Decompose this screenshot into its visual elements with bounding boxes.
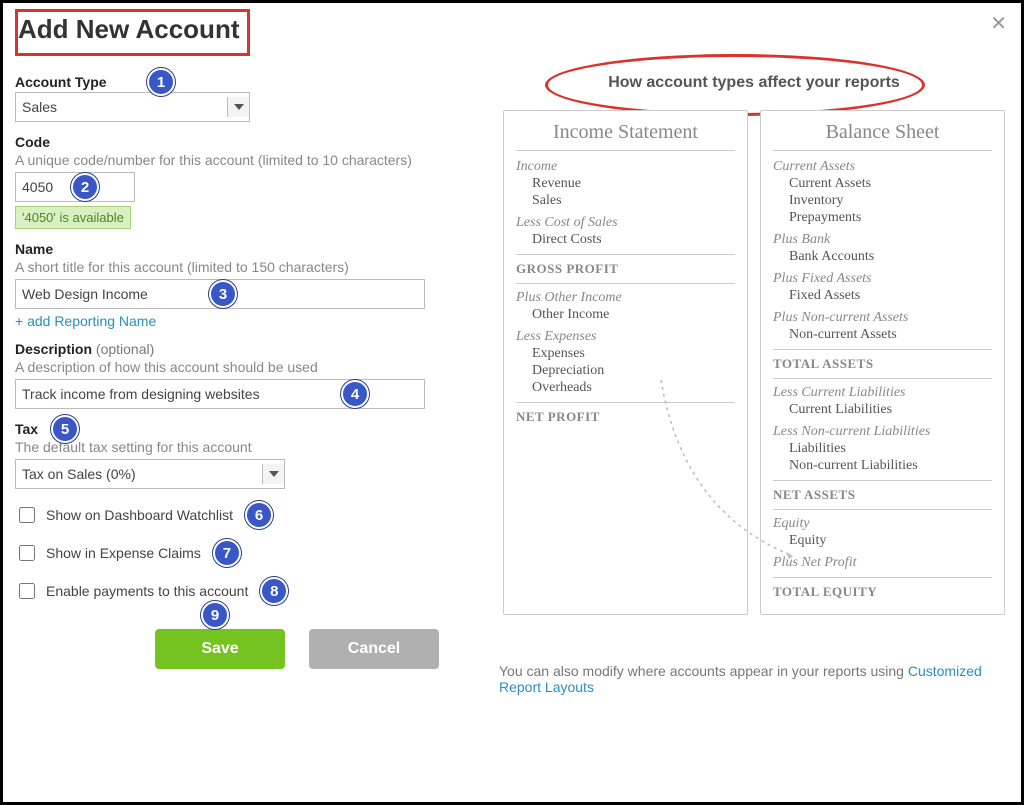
cancel-button[interactable]: Cancel (309, 629, 439, 669)
tax-label: Tax (15, 421, 38, 437)
account-type-select[interactable]: Sales (15, 92, 250, 122)
add-reporting-name-link[interactable]: + add Reporting Name (15, 313, 156, 329)
badge-8: 8 (260, 577, 288, 605)
chevron-down-icon (227, 97, 249, 117)
income-statement-heading: Income Statement (516, 121, 735, 151)
balance-sheet-heading: Balance Sheet (773, 121, 992, 151)
badge-9: 9 (201, 601, 229, 629)
badge-1: 1 (147, 68, 175, 96)
badge-2: 2 (71, 173, 99, 201)
footer-note: You can also modify where accounts appea… (499, 663, 1009, 695)
tax-value: Tax on Sales (0%) (22, 466, 136, 482)
description-optional: (optional) (96, 341, 154, 357)
title-highlight: Add New Account (15, 9, 250, 56)
balance-sheet-card: Balance Sheet Current Assets Current Ass… (760, 110, 1005, 615)
code-helper: A unique code/number for this account (l… (15, 152, 475, 168)
description-helper: A description of how this account should… (15, 359, 475, 375)
info-panel: How account types affect your reports In… (499, 74, 1009, 695)
tax-select[interactable]: Tax on Sales (0%) (15, 459, 285, 489)
info-title: How account types affect your reports (574, 74, 934, 92)
badge-5: 5 (51, 415, 79, 443)
save-button[interactable]: Save (155, 629, 285, 669)
watchlist-checkbox[interactable] (19, 507, 35, 523)
enable-payments-checkbox[interactable] (19, 583, 35, 599)
income-statement-card: Income Statement Income Revenue Sales Le… (503, 110, 748, 615)
expense-claims-label: Show in Expense Claims (46, 545, 201, 561)
badge-3: 3 (209, 280, 237, 308)
code-available-msg: '4050' is available (15, 206, 131, 229)
code-label: Code (15, 134, 50, 150)
name-helper: A short title for this account (limited … (15, 259, 475, 275)
expense-claims-checkbox[interactable] (19, 545, 35, 561)
name-label: Name (15, 241, 53, 257)
chevron-down-icon (262, 464, 284, 484)
enable-payments-label: Enable payments to this account (46, 583, 248, 599)
close-icon[interactable]: ✕ (990, 11, 1007, 36)
watchlist-label: Show on Dashboard Watchlist (46, 507, 233, 523)
tax-helper: The default tax setting for this account (15, 439, 475, 455)
dialog-title: Add New Account (18, 14, 239, 44)
badge-4: 4 (341, 380, 369, 408)
badge-7: 7 (213, 539, 241, 567)
dialog-frame: ✕ Add New Account Account Type 1 Sales C… (0, 0, 1024, 805)
form-panel: Account Type 1 Sales Code A unique code/… (15, 74, 475, 695)
description-label: Description (15, 341, 92, 357)
badge-6: 6 (245, 501, 273, 529)
account-type-label: Account Type (15, 74, 107, 90)
account-type-value: Sales (22, 99, 57, 115)
